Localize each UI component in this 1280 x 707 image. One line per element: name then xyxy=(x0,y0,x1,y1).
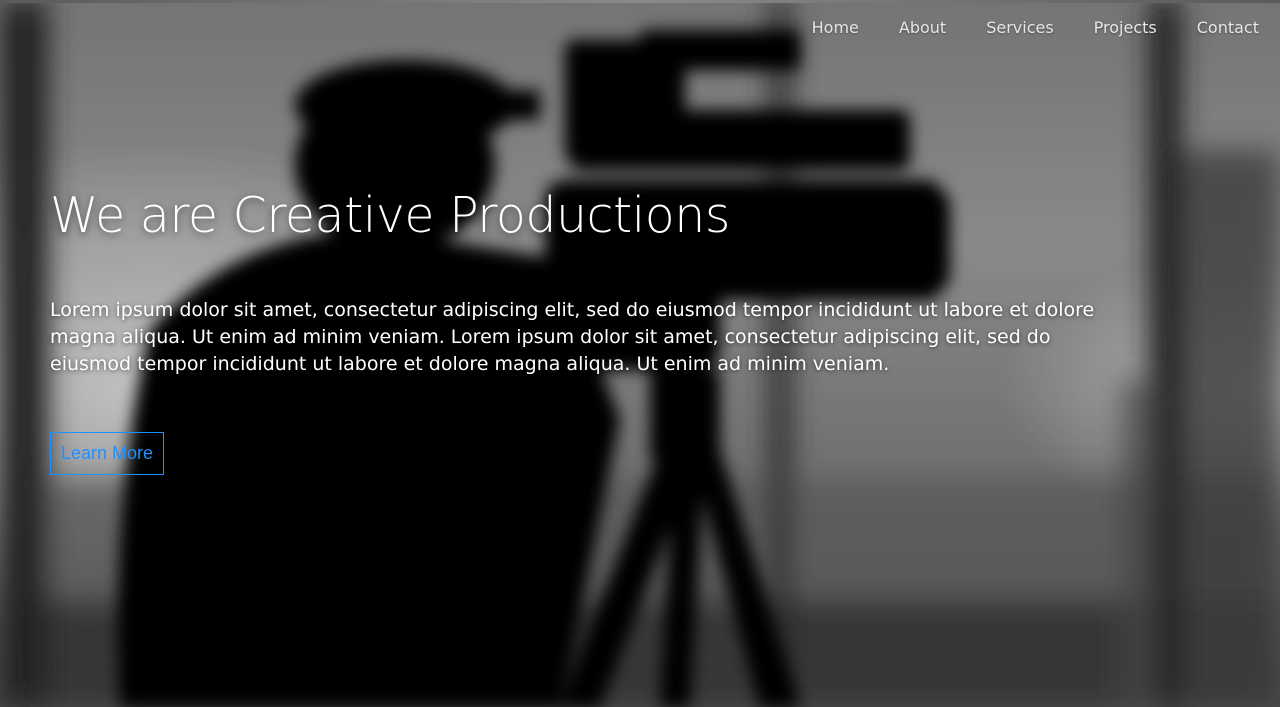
main-navigation: Home About Services Projects Contact xyxy=(772,17,1259,39)
nav-item-home[interactable]: Home xyxy=(812,17,859,39)
hero-content: We are Creative Productions Lorem ipsum … xyxy=(50,182,1120,378)
nav-item-about[interactable]: About xyxy=(899,17,946,39)
learn-more-button[interactable]: Learn More xyxy=(50,432,165,475)
top-border xyxy=(0,0,1280,3)
nav-item-services[interactable]: Services xyxy=(986,17,1053,39)
hero-title: We are Creative Productions xyxy=(50,187,730,244)
nav-item-projects[interactable]: Projects xyxy=(1094,17,1157,39)
hero-description: Lorem ipsum dolor sit amet, consectetur … xyxy=(50,299,1095,375)
landing-page: Home About Services Projects Contact We … xyxy=(0,0,1280,707)
nav-item-contact[interactable]: Contact xyxy=(1197,17,1259,39)
